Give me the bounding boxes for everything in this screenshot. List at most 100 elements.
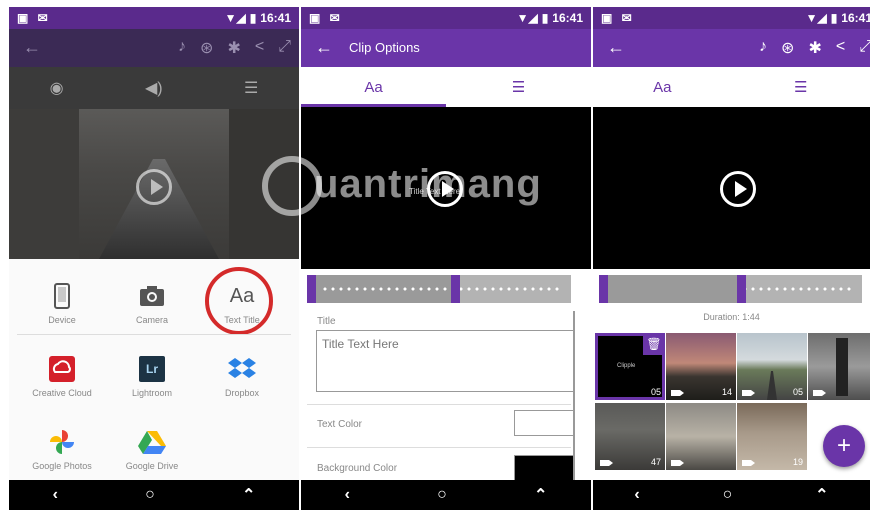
sliders-icon[interactable]: ☰ bbox=[244, 78, 258, 98]
editor-tabs: ◉ ◀) ☰ bbox=[9, 67, 299, 109]
text-color-swatch[interactable] bbox=[514, 410, 574, 436]
android-nav-bar: ‹ ○ ⌃ bbox=[9, 480, 299, 510]
sliders-icon: ☰ bbox=[794, 79, 808, 96]
volume-icon[interactable]: ◀) bbox=[145, 78, 163, 98]
fullscreen-icon[interactable]: ⤢ bbox=[278, 38, 291, 58]
battery-icon: ▮ bbox=[830, 11, 838, 25]
gear-icon[interactable]: ✱ bbox=[227, 38, 240, 58]
trim-start-handle[interactable] bbox=[307, 275, 316, 303]
camera-aperture-icon[interactable]: ◉ bbox=[50, 78, 64, 98]
clip-thumb-2[interactable]: 14 bbox=[666, 333, 736, 400]
source-lightroom[interactable]: Lr Lightroom bbox=[107, 354, 197, 398]
nav-back-icon[interactable]: ‹ bbox=[634, 486, 639, 504]
filter-icon[interactable]: ⊛ bbox=[200, 38, 213, 58]
add-clip-button[interactable]: + bbox=[823, 425, 865, 467]
duration-label: Duration: 1:44 bbox=[703, 312, 760, 322]
play-button[interactable] bbox=[427, 171, 463, 207]
background-color-label: Background Color bbox=[317, 463, 398, 474]
video-preview[interactable]: Title Text Here bbox=[301, 107, 591, 269]
nav-back-icon[interactable]: ‹ bbox=[345, 486, 350, 504]
wifi-icon: ▼◢ bbox=[224, 11, 246, 25]
tab-settings[interactable]: ☰ bbox=[446, 67, 591, 107]
source-dropbox[interactable]: Dropbox bbox=[197, 354, 287, 398]
back-arrow-icon[interactable]: ← bbox=[607, 37, 625, 58]
video-camera-icon bbox=[600, 460, 613, 466]
clock: 16:41 bbox=[552, 11, 583, 25]
video-preview[interactable] bbox=[9, 109, 299, 259]
play-button[interactable] bbox=[136, 169, 172, 205]
divider bbox=[307, 404, 571, 405]
nav-home-icon[interactable]: ○ bbox=[437, 486, 447, 504]
nav-recents-icon[interactable]: ⌃ bbox=[242, 485, 255, 505]
clip-thumb-5[interactable]: 47 bbox=[595, 403, 665, 470]
clip-thumb-6[interactable] bbox=[666, 403, 736, 470]
clip-tabs: Aa ☰ bbox=[593, 67, 870, 107]
share-icon[interactable]: < bbox=[836, 38, 845, 58]
panel-timeline: ▣ ✉ ▼◢ ▮ 16:41 ← ♪ ⊛ ✱ < ⤢ Aa ☰ Duration… bbox=[593, 7, 870, 510]
music-icon[interactable]: ♪ bbox=[178, 38, 186, 58]
filter-icon[interactable]: ⊛ bbox=[781, 38, 794, 58]
nav-back-icon[interactable]: ‹ bbox=[53, 486, 58, 504]
source-creative-cloud[interactable]: Creative Cloud bbox=[17, 354, 107, 398]
sliders-icon: ☰ bbox=[511, 79, 526, 96]
trash-icon[interactable]: 🗑 bbox=[643, 333, 665, 355]
google-drive-icon bbox=[107, 427, 197, 457]
trim-bar[interactable] bbox=[599, 275, 862, 303]
clip-thumb-1[interactable]: 🗑 Clipple 05 bbox=[595, 333, 665, 400]
battery-icon: ▮ bbox=[249, 11, 257, 25]
source-camera[interactable]: Camera bbox=[107, 281, 197, 325]
trim-bar[interactable] bbox=[307, 275, 571, 303]
clip-thumb-4[interactable] bbox=[808, 333, 870, 400]
status-bar: ▣ ✉ ▼◢ ▮ 16:41 bbox=[9, 7, 299, 29]
trim-start-handle[interactable] bbox=[599, 275, 608, 303]
title-input[interactable]: Title Text Here bbox=[316, 330, 574, 392]
clip-tabs: Aa ☰ bbox=[301, 67, 591, 107]
clock: 16:41 bbox=[260, 11, 291, 25]
camera-icon bbox=[107, 281, 197, 311]
source-google-drive[interactable]: Google Drive bbox=[107, 427, 197, 471]
text-color-label: Text Color bbox=[317, 419, 363, 430]
clip-thumb-7[interactable]: 19 bbox=[737, 403, 807, 470]
app-bar: ← Clip Options bbox=[301, 29, 591, 67]
source-device[interactable]: Device bbox=[17, 281, 107, 325]
source-google-photos[interactable]: Google Photos bbox=[17, 427, 107, 471]
video-preview[interactable] bbox=[593, 107, 870, 269]
nav-home-icon[interactable]: ○ bbox=[145, 486, 155, 504]
google-photos-icon bbox=[17, 427, 107, 457]
lightroom-icon: Lr bbox=[107, 354, 197, 384]
notification-icons: ▣ ✉ bbox=[309, 11, 343, 25]
panel-clip-options: ▣ ✉ ▼◢ ▮ 16:41 ← Clip Options Aa ☰ Title… bbox=[301, 7, 591, 510]
android-nav-bar: ‹ ○ ⌃ bbox=[301, 480, 591, 510]
android-nav-bar: ‹ ○ ⌃ bbox=[593, 480, 870, 510]
trim-end-handle[interactable] bbox=[451, 275, 460, 303]
notification-icons: ▣ ✉ bbox=[17, 11, 51, 25]
background-color-swatch[interactable] bbox=[514, 455, 574, 481]
nav-home-icon[interactable]: ○ bbox=[723, 486, 733, 504]
creative-cloud-icon bbox=[17, 354, 107, 384]
clip-thumb-3[interactable]: 05 bbox=[737, 333, 807, 400]
scrollbar[interactable] bbox=[573, 311, 575, 481]
clock: 16:41 bbox=[841, 11, 870, 25]
tab-settings[interactable]: ☰ bbox=[732, 67, 870, 107]
tab-text[interactable]: Aa bbox=[301, 67, 446, 107]
play-button[interactable] bbox=[720, 171, 756, 207]
highlight-circle bbox=[205, 267, 273, 335]
status-bar: ▣ ✉ ▼◢ ▮ 16:41 bbox=[301, 7, 591, 29]
page-title: Clip Options bbox=[349, 40, 420, 55]
tab-text[interactable]: Aa bbox=[593, 67, 732, 107]
nav-recents-icon[interactable]: ⌃ bbox=[815, 485, 828, 505]
back-arrow-icon[interactable]: ← bbox=[23, 37, 41, 58]
app-bar-dimmed: ← ♪ ⊛ ✱ < ⤢ bbox=[9, 29, 299, 67]
nav-recents-icon[interactable]: ⌃ bbox=[534, 485, 547, 505]
back-arrow-icon[interactable]: ← bbox=[315, 37, 333, 58]
notification-icons: ▣ ✉ bbox=[601, 11, 635, 25]
gear-icon[interactable]: ✱ bbox=[808, 38, 821, 58]
trim-end-handle[interactable] bbox=[737, 275, 746, 303]
battery-icon: ▮ bbox=[541, 11, 549, 25]
share-icon[interactable]: < bbox=[255, 38, 264, 58]
panel-media-picker: ▣ ✉ ▼◢ ▮ 16:41 ← ♪ ⊛ ✱ < ⤢ ◉ ◀) ☰ Device… bbox=[9, 7, 299, 510]
video-camera-icon bbox=[742, 460, 755, 466]
title-label: Title bbox=[317, 316, 336, 327]
music-icon[interactable]: ♪ bbox=[759, 38, 767, 58]
fullscreen-icon[interactable]: ⤢ bbox=[859, 38, 870, 58]
